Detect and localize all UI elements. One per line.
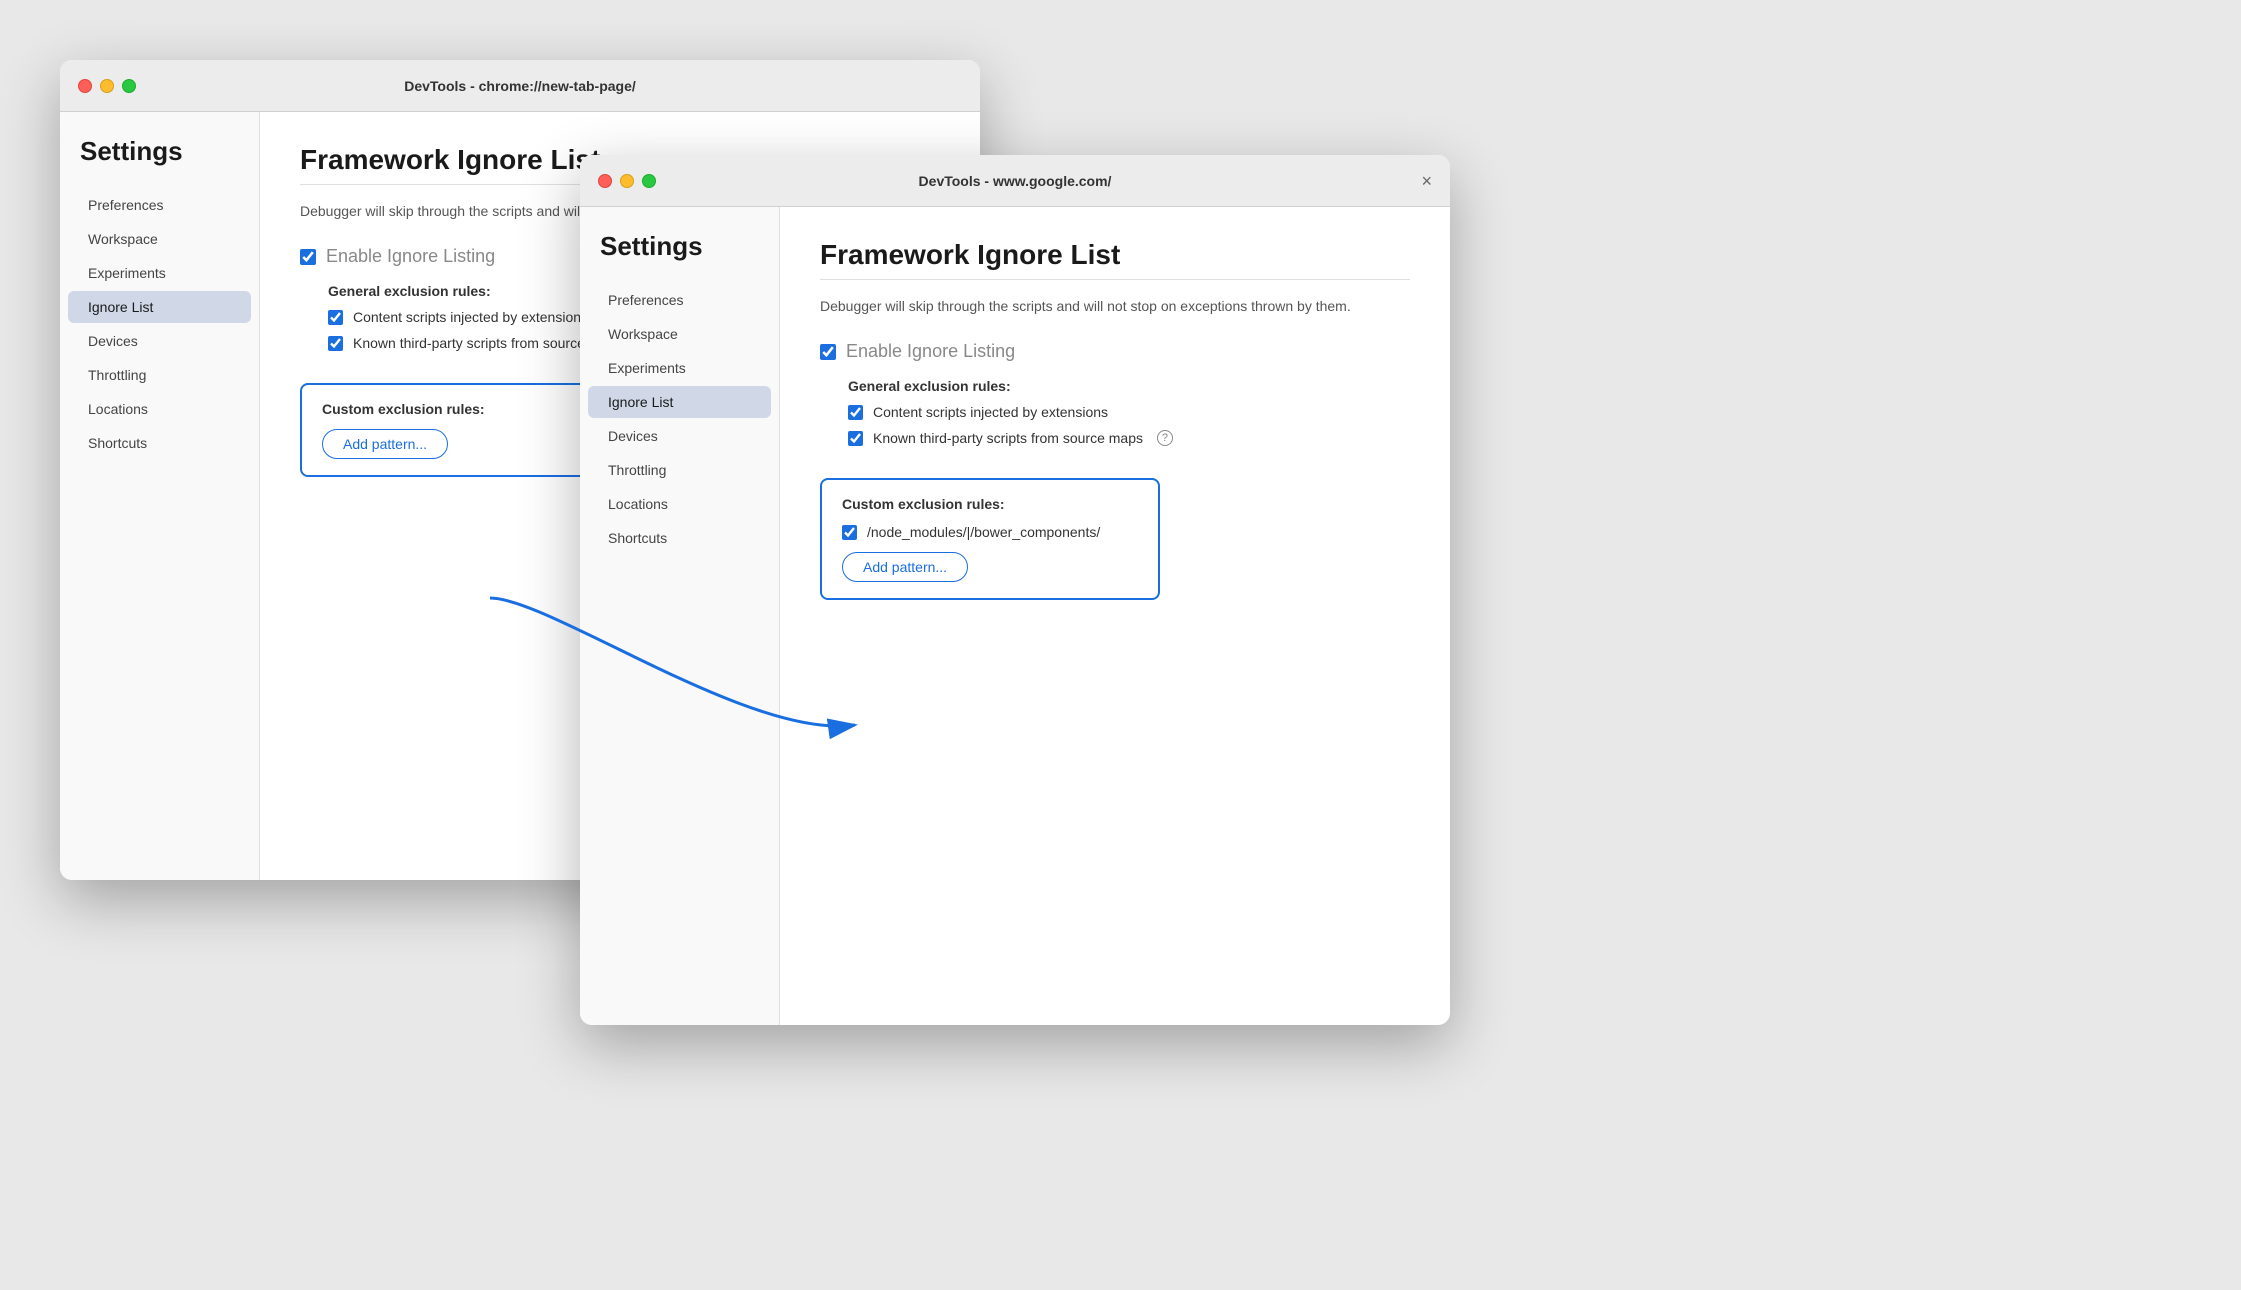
maximize-traffic-light[interactable] [122,79,136,93]
sidebar-item-experiments-bg[interactable]: Experiments [68,257,251,289]
close-traffic-light-fg[interactable] [598,174,612,188]
sidebar-item-locations-bg[interactable]: Locations [68,393,251,425]
subrule1-checkbox-fg[interactable] [848,405,863,420]
sidebar-item-devices-fg[interactable]: Devices [588,420,771,452]
main-content-foreground: Framework Ignore List Debugger will skip… [780,207,1450,1025]
add-pattern-button-fg[interactable]: Add pattern... [842,552,968,582]
section-desc-foreground: Debugger will skip through the scripts a… [820,296,1410,317]
sidebar-item-ignorelist-fg[interactable]: Ignore List [588,386,771,418]
minimize-traffic-light[interactable] [100,79,114,93]
titlebar-foreground: DevTools - www.google.com/ × [580,155,1450,207]
sidebar-item-locations-fg[interactable]: Locations [588,488,771,520]
custom-exclusion-title-bg: Custom exclusion rules: [322,401,618,417]
subrule-row1-fg: Content scripts injected by extensions [848,404,1410,420]
subrule-row2-fg: Known third-party scripts from source ma… [848,430,1410,446]
sidebar-item-shortcuts-fg[interactable]: Shortcuts [588,522,771,554]
custom-rule-row-fg: /node_modules/|/bower_components/ [842,524,1138,540]
close-button-foreground[interactable]: × [1421,172,1432,190]
sidebar-item-ignorelist-bg[interactable]: Ignore List [68,291,251,323]
close-traffic-light[interactable] [78,79,92,93]
enable-ignore-listing-checkbox-bg[interactable] [300,249,316,265]
enable-ignore-listing-row-fg: Enable Ignore Listing [820,341,1410,362]
subrule1-label-fg: Content scripts injected by extensions [873,404,1108,420]
custom-rule-checkbox-fg[interactable] [842,525,857,540]
subrule1-checkbox-bg[interactable] [328,310,343,325]
window-title-background: DevTools - chrome://new-tab-page/ [404,78,636,94]
sidebar-item-preferences-bg[interactable]: Preferences [68,189,251,221]
window-title-foreground: DevTools - www.google.com/ [919,173,1112,189]
sidebar-item-preferences-fg[interactable]: Preferences [588,284,771,316]
subrule2-checkbox-fg[interactable] [848,431,863,446]
help-icon-fg[interactable]: ? [1157,430,1173,446]
subrule1-label-bg: Content scripts injected by extensions [353,309,588,325]
sidebar-item-throttling-bg[interactable]: Throttling [68,359,251,391]
enable-ignore-listing-label-bg: Enable Ignore Listing [326,246,495,267]
enable-ignore-listing-label-fg: Enable Ignore Listing [846,341,1015,362]
window-body-foreground: Settings Preferences Workspace Experimen… [580,207,1450,1025]
traffic-lights-foreground [598,174,656,188]
sidebar-background: Settings Preferences Workspace Experimen… [60,112,260,880]
traffic-lights-background [78,79,136,93]
window-foreground: DevTools - www.google.com/ × Settings Pr… [580,155,1450,1025]
sidebar-foreground: Settings Preferences Workspace Experimen… [580,207,780,1025]
sidebar-item-workspace-bg[interactable]: Workspace [68,223,251,255]
custom-exclusion-box-foreground: Custom exclusion rules: /node_modules/|/… [820,478,1160,600]
add-pattern-button-bg[interactable]: Add pattern... [322,429,448,459]
minimize-traffic-light-fg[interactable] [620,174,634,188]
general-rules-header-fg: General exclusion rules: [848,378,1410,394]
maximize-traffic-light-fg[interactable] [642,174,656,188]
custom-rule-label-fg: /node_modules/|/bower_components/ [867,524,1100,540]
sidebar-heading-background: Settings [60,136,259,187]
subrules-fg: Content scripts injected by extensions K… [848,404,1410,446]
subrule2-checkbox-bg[interactable] [328,336,343,351]
titlebar-background: DevTools - chrome://new-tab-page/ [60,60,980,112]
sidebar-heading-foreground: Settings [580,231,779,282]
enable-ignore-listing-checkbox-fg[interactable] [820,344,836,360]
sidebar-item-devices-bg[interactable]: Devices [68,325,251,357]
section-title-foreground: Framework Ignore List [820,239,1410,271]
section-divider-foreground [820,279,1410,280]
sidebar-item-shortcuts-bg[interactable]: Shortcuts [68,427,251,459]
custom-exclusion-title-fg: Custom exclusion rules: [842,496,1138,512]
sidebar-item-throttling-fg[interactable]: Throttling [588,454,771,486]
subrule2-label-fg: Known third-party scripts from source ma… [873,430,1143,446]
sidebar-item-workspace-fg[interactable]: Workspace [588,318,771,350]
sidebar-item-experiments-fg[interactable]: Experiments [588,352,771,384]
